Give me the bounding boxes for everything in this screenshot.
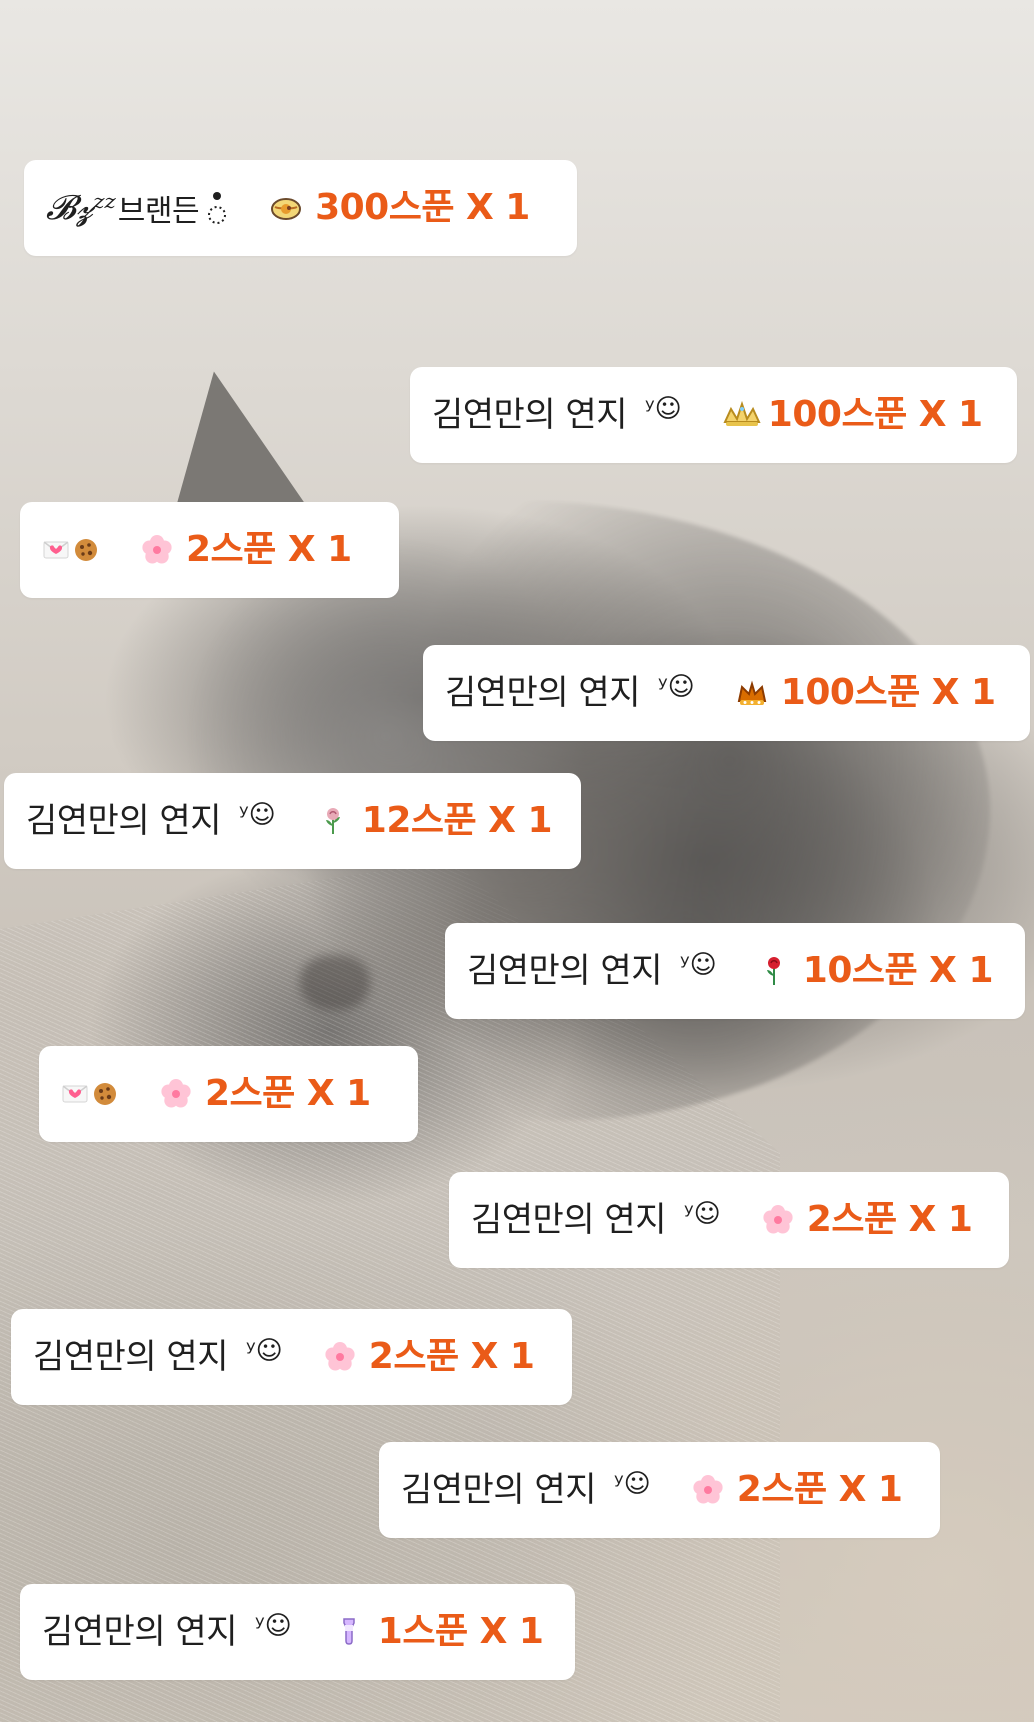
donation-badge-1: 𝓑𝔃ᶻᶻ 브랜든 300스푼 X 1	[24, 160, 577, 256]
gift-emojis	[61, 1080, 119, 1108]
donation-amount: 2스푼 X 1	[736, 1469, 903, 1510]
donation-amount: 2스푼 X 1	[368, 1336, 535, 1377]
donor-signature: ʸ☺	[614, 1469, 651, 1499]
donor-signature: ʸ☺	[255, 1611, 292, 1641]
donation-amount: 2스푼 X 1	[205, 1073, 371, 1114]
cherry-blossom-icon	[140, 533, 174, 567]
donation-amount: 2스푼 X 1	[186, 529, 352, 570]
donor-signature: ʸ☺	[658, 672, 695, 702]
donation-amount: 100스푼 X 1	[767, 394, 983, 435]
donation-badge-8: 김연만의 연지 ʸ☺ 2스푼 X 1	[449, 1172, 1009, 1268]
donor-name: 김연만의 연지	[471, 1200, 667, 1240]
love-letter-icon	[61, 1080, 89, 1108]
donor-name: 김연만의 연지	[26, 801, 222, 841]
cherry-blossom-icon	[159, 1077, 193, 1111]
donation-amount: 1스푼 X 1	[377, 1611, 544, 1652]
donor-name-prefix: 𝓑𝔃ᶻᶻ	[46, 188, 116, 228]
donation-amount: 12스푼 X 1	[361, 800, 553, 841]
cookie-icon	[72, 536, 100, 564]
donation-badge-6: 김연만의 연지 ʸ☺ 10스푼 X 1	[445, 923, 1025, 1019]
donation-badge-2: 김연만의 연지 ʸ☺ 100스푼 X 1	[410, 367, 1017, 463]
donor-signature: ʸ☺	[239, 800, 276, 830]
donor-name: 김연만의 연지	[401, 1470, 597, 1510]
donor-signature: ʸ☺	[645, 394, 682, 424]
donation-badge-5: 김연만의 연지 ʸ☺ 12스푼 X 1	[4, 773, 581, 869]
donation-amount: 2스푼 X 1	[806, 1199, 973, 1240]
donation-amount: 10스푼 X 1	[802, 950, 994, 991]
donor-signature: ʸ☺	[246, 1336, 283, 1366]
donor-signature: ʸ☺	[684, 1199, 721, 1229]
crown-icon	[735, 676, 769, 710]
cherry-blossom-icon	[761, 1203, 795, 1237]
ring-icon	[205, 187, 229, 229]
donor-name: 김연만의 연지	[467, 951, 663, 991]
donation-amount: 300스푼 X 1	[315, 187, 530, 228]
cookie-icon	[91, 1080, 119, 1108]
donor-name: 김연만의 연지	[33, 1337, 229, 1377]
donation-badge-10: 김연만의 연지 ʸ☺ 2스푼 X 1	[379, 1442, 940, 1538]
red-rose-icon	[757, 954, 791, 988]
drink-icon	[332, 1615, 366, 1649]
donation-badge-9: 김연만의 연지 ʸ☺ 2스푼 X 1	[11, 1309, 572, 1405]
rose-icon	[316, 804, 350, 838]
love-letter-icon	[42, 536, 70, 564]
donor-name: 김연만의 연지	[42, 1612, 238, 1652]
tiara-icon	[722, 398, 761, 432]
kitten-nose	[300, 955, 370, 1010]
ramen-bowl-icon	[269, 191, 303, 225]
donation-badge-7: 2스푼 X 1	[39, 1046, 418, 1142]
cherry-blossom-icon	[323, 1340, 357, 1374]
gift-emojis	[42, 536, 100, 564]
cherry-blossom-icon	[691, 1473, 725, 1507]
donor-signature: ʸ☺	[680, 950, 717, 980]
donor-name: 김연만의 연지	[432, 395, 628, 435]
donation-badge-11: 김연만의 연지 ʸ☺ 1스푼 X 1	[20, 1584, 575, 1680]
donation-amount: 100스푼 X 1	[780, 672, 996, 713]
donation-badge-3: 2스푼 X 1	[20, 502, 399, 598]
donation-badge-4: 김연만의 연지 ʸ☺ 100스푼 X 1	[423, 645, 1030, 741]
donor-name: 김연만의 연지	[445, 673, 641, 713]
donor-name: 브랜든	[117, 194, 200, 229]
